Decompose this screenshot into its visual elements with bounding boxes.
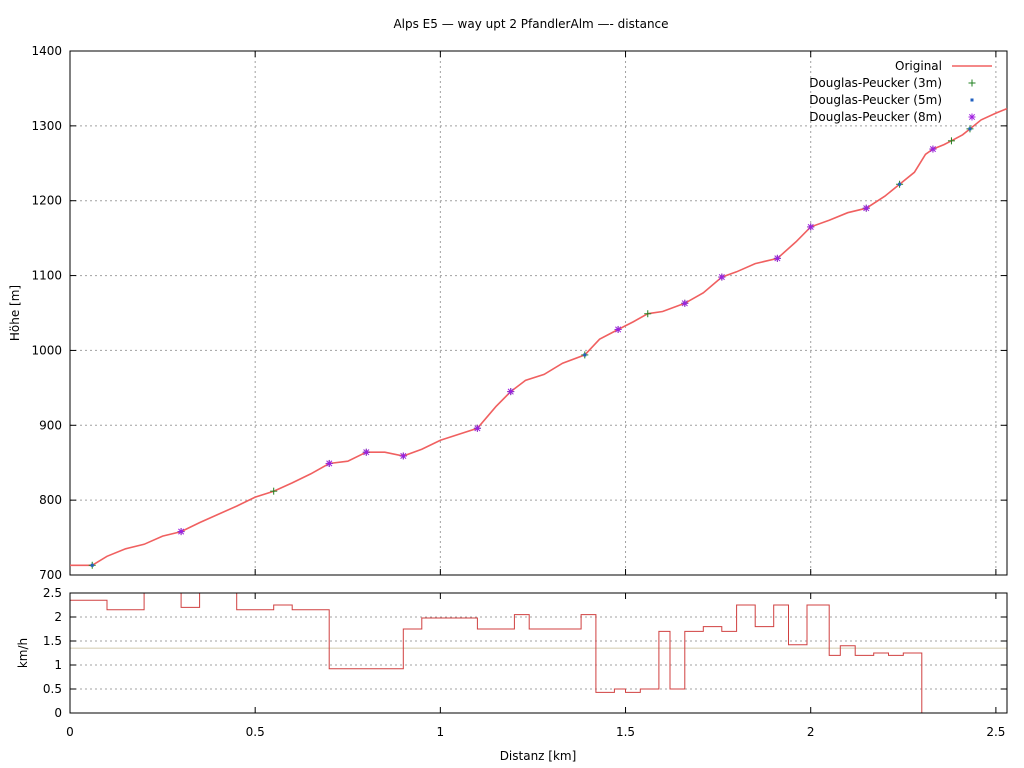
dp-point <box>325 459 333 467</box>
chart-title: Alps E5 — way upt 2 PfandlerAlm —- dista… <box>393 17 668 31</box>
speed-ticks: 0 0.5 1 1.5 2 2.5 0 0.5 1 1.5 2 2.5 <box>43 586 1007 739</box>
x-tick-label: 2.5 <box>986 725 1005 739</box>
dp-point <box>90 563 94 567</box>
dp-point <box>473 424 481 432</box>
legend-label-dp8: Douglas-Peucker (8m) <box>809 110 942 124</box>
speed-y-axis-label: km/h <box>16 638 30 668</box>
legend: Original Douglas-Peucker (3m) Douglas-Pe… <box>809 59 992 124</box>
elevation-ticks: 700 800 900 1000 1100 1200 1300 1400 <box>31 44 1007 582</box>
elevation-y-tick-label: 1400 <box>31 44 62 58</box>
legend-sample-dp8 <box>968 113 976 121</box>
elevation-y-tick-label: 1300 <box>31 119 62 133</box>
elevation-y-tick-label: 1100 <box>31 269 62 283</box>
dp-point <box>177 528 185 536</box>
speed-y-tick-label: 1.5 <box>43 634 62 648</box>
legend-label-original: Original <box>895 59 942 73</box>
dp-point <box>399 452 407 460</box>
dp-point <box>644 310 652 318</box>
speed-step-line <box>70 592 933 714</box>
dp-point <box>507 388 515 396</box>
legend-sample-dp3 <box>968 79 976 87</box>
legend-samples <box>952 65 992 121</box>
speed-plot-frame <box>69 592 1008 714</box>
elevation-y-tick-label: 900 <box>39 418 62 432</box>
elevation-plot-frame <box>69 50 1008 576</box>
elevation-y-tick-label: 1000 <box>31 343 62 357</box>
elevation-y-tick-label: 800 <box>39 493 62 507</box>
legend-label-dp5: Douglas-Peucker (5m) <box>809 93 942 107</box>
dp-point <box>947 137 955 145</box>
elevation-y-tick-label: 1200 <box>31 194 62 208</box>
dp-point <box>929 145 937 153</box>
dp-point-dot <box>898 182 902 186</box>
x-tick-label: 2 <box>807 725 815 739</box>
speed-y-tick-label: 2 <box>54 610 62 624</box>
dp-point <box>362 448 370 456</box>
x-tick-label: 1 <box>437 725 445 739</box>
legend-label-dp3: Douglas-Peucker (3m) <box>809 76 942 90</box>
elevation-y-axis-label: Höhe [m] <box>8 285 22 341</box>
dp-point <box>807 223 815 231</box>
legend-sample-dp5-dot <box>970 98 974 102</box>
x-axis-label: Distanz [km] <box>500 749 577 763</box>
speed-grid <box>70 616 1007 690</box>
speed-y-tick-label: 0.5 <box>43 682 62 696</box>
speed-series <box>70 592 1007 714</box>
elevation-grid <box>70 51 1007 575</box>
dp-point <box>681 299 689 307</box>
x-tick-label: 1.5 <box>616 725 635 739</box>
dp-point <box>270 487 278 495</box>
elevation-panel: 700 800 900 1000 1100 1200 1300 1400 Höhe [m] O… <box>8 44 1008 582</box>
dp-point <box>773 254 781 262</box>
x-tick-label: 0 <box>66 725 74 739</box>
dp-point <box>614 325 622 333</box>
x-tick-label: 0.5 <box>246 725 265 739</box>
dp-point <box>862 204 870 212</box>
dp-point-dot <box>583 353 587 357</box>
speed-panel: 0 0.5 1 1.5 2 2.5 0 0.5 1 1.5 2 2.5 km/h Distanz [k… <box>16 586 1008 763</box>
speed-y-tick-label: 2.5 <box>43 586 62 600</box>
chart-canvas: Alps E5 — way upt 2 PfandlerAlm —- dista… <box>8 17 1008 763</box>
legend-sample-dp5 <box>970 98 974 102</box>
speed-y-tick-label: 1 <box>54 658 62 672</box>
dp-point-dot <box>90 563 94 567</box>
dp-point <box>583 353 587 357</box>
original-elevation-line <box>70 107 1008 567</box>
elevation-y-tick-label: 700 <box>39 568 62 582</box>
dp-point <box>968 127 972 131</box>
dp-point <box>718 273 726 281</box>
dp-point-dot <box>968 127 972 131</box>
speed-y-tick-label: 0 <box>54 706 62 720</box>
dp-point <box>898 182 902 186</box>
